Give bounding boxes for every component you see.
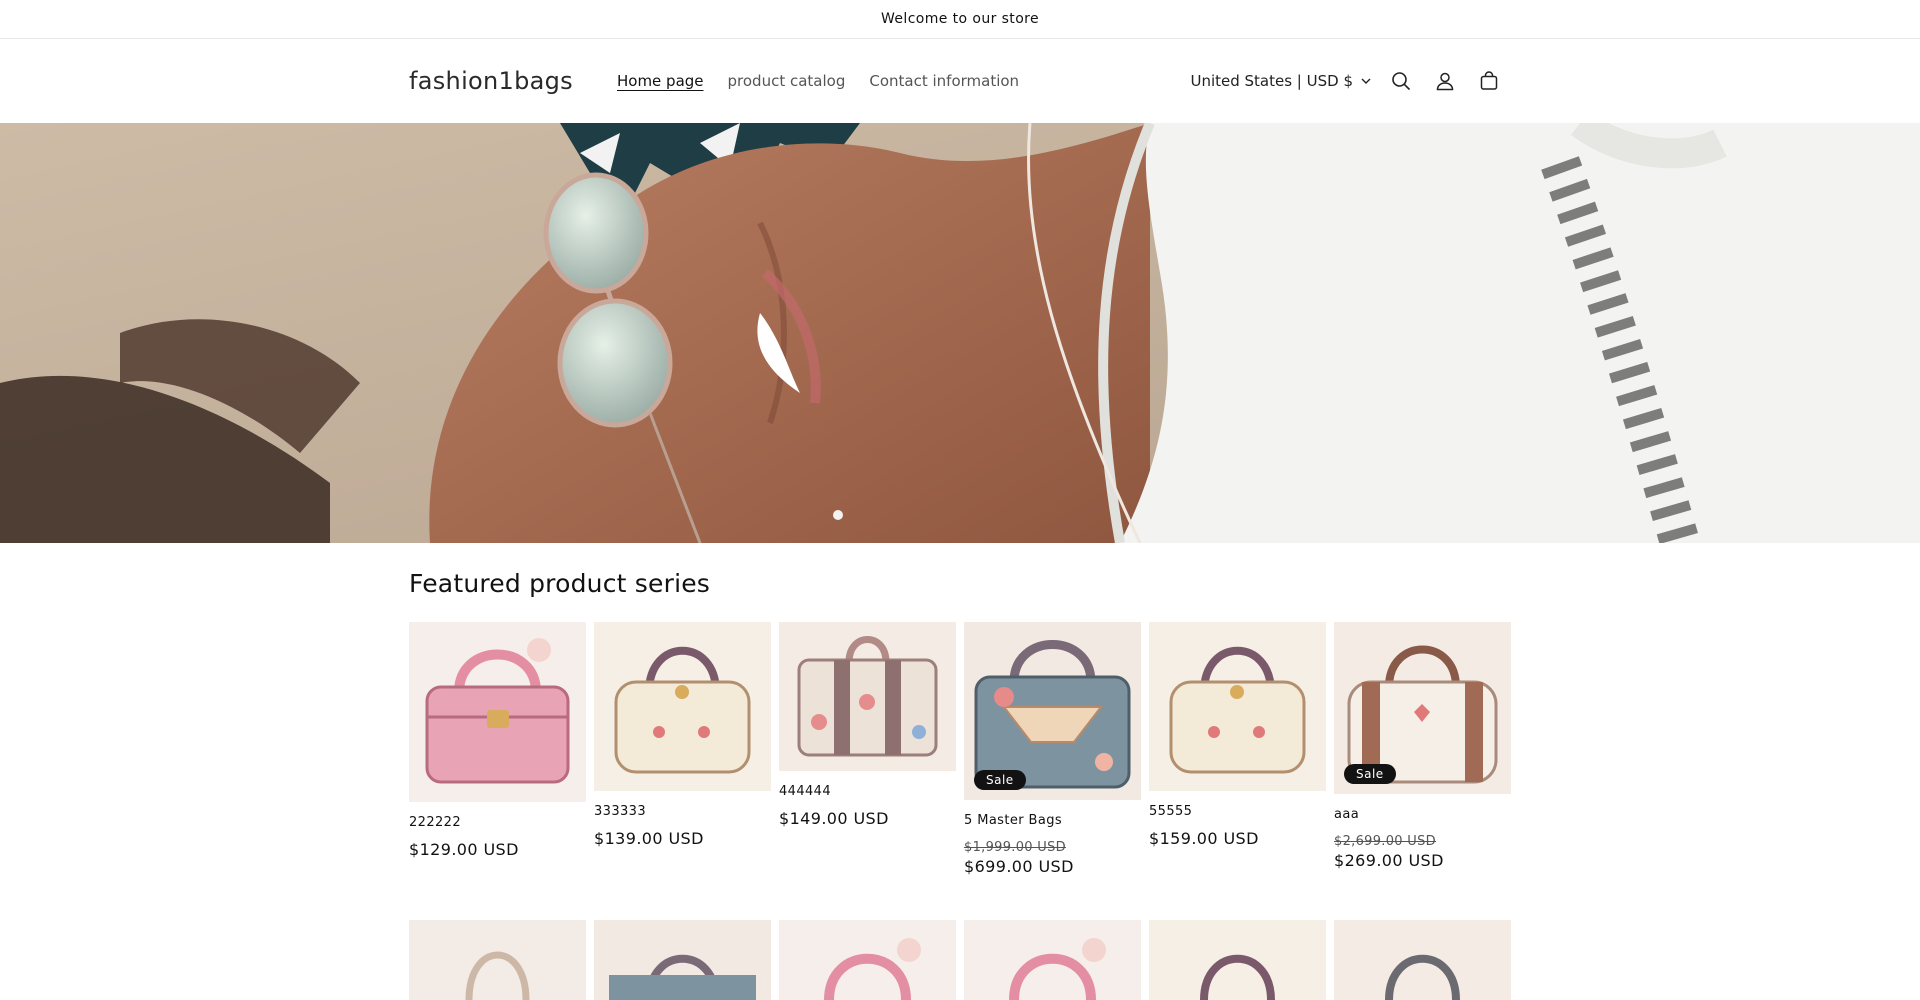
- account-button[interactable]: [1423, 59, 1467, 103]
- hero-banner: [0, 123, 1920, 543]
- product-card[interactable]: [594, 920, 771, 1000]
- product-card[interactable]: Sale 5 Master Bags $1,999.00 USD $699.00…: [964, 622, 1141, 876]
- bag-image: [1334, 920, 1511, 1000]
- bag-image: [1149, 920, 1326, 1000]
- sale-badge: Sale: [1344, 764, 1396, 784]
- product-title[interactable]: 333333: [594, 804, 771, 819]
- product-image[interactable]: [409, 920, 586, 1000]
- product-card[interactable]: [779, 920, 956, 1000]
- product-card[interactable]: 222222 $129.00 USD: [409, 622, 586, 859]
- search-button[interactable]: [1379, 59, 1423, 103]
- product-title[interactable]: 55555: [1149, 804, 1326, 819]
- product-grid: 222222 $129.00 USD 333333 $139.00 USD 44…: [409, 622, 1511, 876]
- product-card[interactable]: 55555 $159.00 USD: [1149, 622, 1326, 848]
- product-title[interactable]: 222222: [409, 815, 586, 830]
- bag-image: [409, 622, 586, 802]
- featured-collection: Featured product series 222222 $129.00 U…: [409, 543, 1511, 876]
- main-nav: Home page product catalog Contact inform…: [605, 72, 1031, 90]
- sale-badge: Sale: [974, 770, 1026, 790]
- store-logo[interactable]: fashion1bags: [409, 67, 573, 95]
- product-image[interactable]: [1334, 920, 1511, 1000]
- nav-contact[interactable]: Contact information: [857, 72, 1031, 90]
- product-image[interactable]: [409, 622, 586, 802]
- chevron-down-icon: [1361, 78, 1371, 85]
- product-card[interactable]: [409, 920, 586, 1000]
- bag-image: [594, 622, 771, 791]
- bag-image: [779, 920, 956, 1000]
- product-price: $269.00 USD: [1334, 851, 1444, 870]
- bag-image: [964, 920, 1141, 1000]
- cart-button[interactable]: [1467, 59, 1511, 103]
- hero-image: [0, 123, 1920, 543]
- product-title[interactable]: 5 Master Bags: [964, 813, 1141, 828]
- locale-label: United States | USD $: [1190, 72, 1353, 90]
- product-image[interactable]: [779, 622, 956, 771]
- product-image[interactable]: [594, 622, 771, 791]
- site-header: fashion1bags Home page product catalog C…: [0, 39, 1920, 124]
- bag-image: [594, 920, 771, 1000]
- announcement-bar: Welcome to our store: [0, 0, 1920, 39]
- product-image[interactable]: Sale: [964, 622, 1141, 800]
- product-card[interactable]: [1149, 920, 1326, 1000]
- product-price: $699.00 USD: [964, 857, 1074, 876]
- product-price: $139.00 USD: [594, 829, 704, 848]
- product-card[interactable]: 333333 $139.00 USD: [594, 622, 771, 848]
- product-price: $159.00 USD: [1149, 829, 1259, 848]
- bag-image: [409, 920, 586, 1000]
- product-image[interactable]: [964, 920, 1141, 1000]
- product-image[interactable]: [1149, 622, 1326, 791]
- bag-image: [1149, 622, 1326, 791]
- nav-home[interactable]: Home page: [605, 72, 716, 90]
- product-grid-row-2: [409, 920, 1511, 1000]
- product-card[interactable]: [1334, 920, 1511, 1000]
- compare-at-price: $2,699.00 USD: [1334, 834, 1436, 849]
- search-icon: [1392, 72, 1411, 91]
- product-image[interactable]: [1149, 920, 1326, 1000]
- product-image[interactable]: [779, 920, 956, 1000]
- product-title[interactable]: 444444: [779, 784, 956, 799]
- product-card[interactable]: 444444 $149.00 USD: [779, 622, 956, 828]
- product-card[interactable]: [964, 920, 1141, 1000]
- account-icon: [1436, 72, 1454, 91]
- product-title[interactable]: aaa: [1334, 807, 1511, 822]
- country-currency-selector[interactable]: United States | USD $: [1190, 72, 1371, 90]
- product-price: $129.00 USD: [409, 840, 519, 859]
- nav-product-catalog[interactable]: product catalog: [716, 72, 858, 90]
- compare-at-price: $1,999.00 USD: [964, 840, 1066, 855]
- cart-icon: [1480, 71, 1498, 90]
- product-card[interactable]: Sale aaa $2,699.00 USD $269.00 USD: [1334, 622, 1511, 870]
- announcement-text: Welcome to our store: [880, 11, 1040, 27]
- product-price: $149.00 USD: [779, 809, 889, 828]
- section-title: Featured product series: [409, 569, 711, 598]
- product-image[interactable]: Sale: [1334, 622, 1511, 794]
- bag-image: [779, 622, 956, 771]
- product-image[interactable]: [594, 920, 771, 1000]
